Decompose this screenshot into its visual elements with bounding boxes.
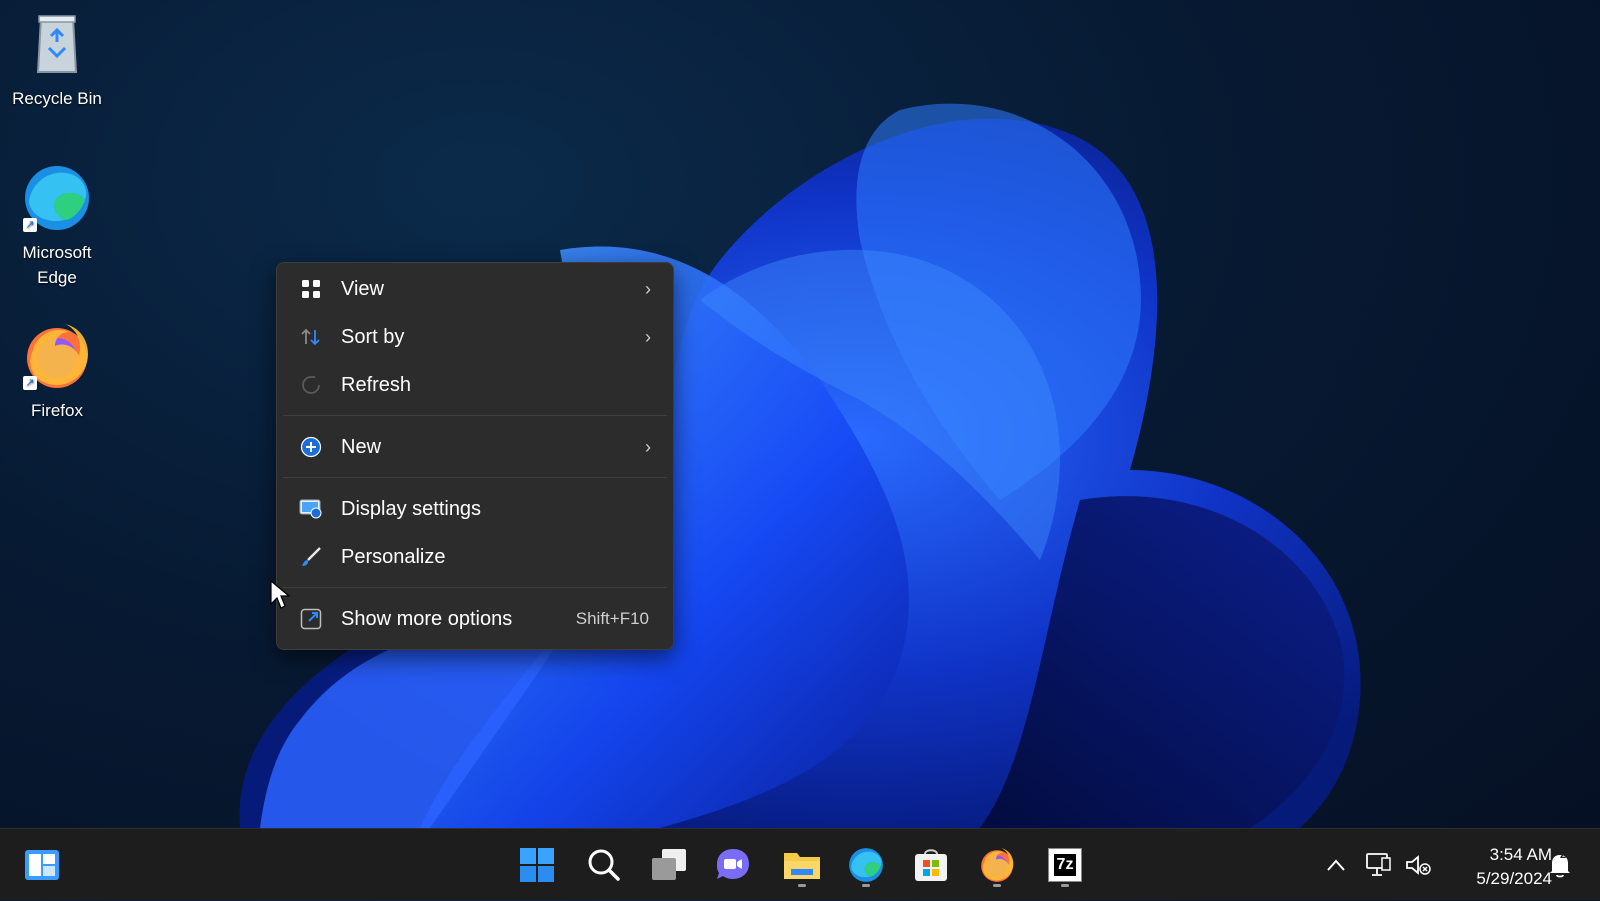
menu-item-display-settings[interactable]: Display settings xyxy=(283,488,667,530)
desktop[interactable]: Recycle Bin ↗ Microsoft Edge ↗ Firefox xyxy=(0,0,1600,828)
widgets-icon xyxy=(25,850,59,880)
shortcut-arrow-icon: ↗ xyxy=(23,218,37,232)
widgets-button[interactable] xyxy=(18,841,66,889)
notifications-button[interactable]: 2 xyxy=(1544,829,1576,901)
7zip-button[interactable]: 7z xyxy=(1041,841,1089,889)
chevron-right-icon: › xyxy=(645,278,651,299)
display-settings-icon xyxy=(299,497,323,521)
menu-item-view[interactable]: View › xyxy=(283,268,667,310)
desktop-context-menu: View › Sort by › Refresh New › Display s… xyxy=(276,262,674,650)
edge-icon: ↗ xyxy=(21,162,93,234)
search-icon xyxy=(588,849,620,881)
edge-taskbar-button[interactable] xyxy=(842,841,890,889)
volume-button[interactable] xyxy=(1402,829,1434,901)
plus-circle-icon xyxy=(299,435,323,459)
7zip-label: 7z xyxy=(1053,854,1077,876)
task-view-button[interactable] xyxy=(645,841,693,889)
menu-separator xyxy=(283,587,667,588)
desktop-icon-label: Microsoft Edge xyxy=(22,243,92,287)
menu-separator xyxy=(283,477,667,478)
running-indicator xyxy=(862,884,870,887)
show-more-icon xyxy=(299,607,323,631)
firefox-icon xyxy=(981,848,1014,882)
taskbar: 7z 3:54 AM 5/29/2024 2 xyxy=(0,828,1600,900)
file-explorer-button[interactable] xyxy=(778,841,826,889)
recycle-bin-shortcut[interactable]: Recycle Bin xyxy=(5,8,109,111)
teams-chat-button[interactable] xyxy=(709,841,757,889)
firefox-shortcut[interactable]: ↗ Firefox xyxy=(5,320,109,423)
file-explorer-icon xyxy=(784,853,820,879)
menu-item-label: New xyxy=(341,435,382,458)
menu-item-label: Refresh xyxy=(341,373,412,396)
menu-item-label: Personalize xyxy=(341,545,446,568)
volume-muted-icon xyxy=(1406,855,1431,875)
desktop-icon-label: Recycle Bin xyxy=(12,89,102,108)
menu-item-label: Sort by xyxy=(341,325,405,348)
running-indicator xyxy=(993,884,1001,887)
network-icon xyxy=(1366,853,1391,876)
firefox-taskbar-button[interactable] xyxy=(973,841,1021,889)
firefox-icon: ↗ xyxy=(21,320,93,392)
running-indicator xyxy=(1061,884,1069,887)
store-icon xyxy=(915,849,947,881)
menu-item-sort-by[interactable]: Sort by › xyxy=(283,316,667,358)
menu-item-refresh[interactable]: Refresh xyxy=(283,364,667,406)
brush-icon xyxy=(299,545,323,569)
menu-item-show-more-options[interactable]: Show more options Shift+F10 xyxy=(283,598,667,640)
wallpaper-bloom xyxy=(239,103,1361,828)
chevron-right-icon: › xyxy=(645,326,651,347)
sort-icon xyxy=(299,325,323,349)
menu-item-label: Show more options xyxy=(341,607,513,630)
show-hidden-icons-button[interactable] xyxy=(1322,829,1350,901)
recycle-bin-icon xyxy=(21,8,93,80)
chevron-up-icon xyxy=(1327,859,1345,871)
menu-item-personalize[interactable]: Personalize xyxy=(283,536,667,578)
refresh-icon xyxy=(299,373,323,397)
menu-item-label: Display settings xyxy=(341,497,482,520)
clock-date: 5/29/2024 xyxy=(1476,869,1552,888)
7zip-icon: 7z xyxy=(1048,848,1082,882)
task-view-icon xyxy=(652,849,686,880)
menu-item-label: View xyxy=(341,277,384,300)
mouse-cursor-icon xyxy=(270,580,290,609)
desktop-icon-label: Firefox xyxy=(31,401,83,420)
clock-time: 3:54 AM xyxy=(1489,845,1552,864)
running-indicator xyxy=(798,884,806,887)
search-button[interactable] xyxy=(580,841,628,889)
start-icon xyxy=(520,848,554,882)
network-button[interactable] xyxy=(1362,829,1394,901)
microsoft-edge-shortcut[interactable]: ↗ Microsoft Edge xyxy=(5,162,109,290)
microsoft-store-button[interactable] xyxy=(907,841,955,889)
grid-icon xyxy=(299,277,323,301)
edge-icon xyxy=(849,848,883,882)
teams-chat-icon xyxy=(717,849,749,879)
menu-item-new[interactable]: New › xyxy=(283,426,667,468)
clock[interactable]: 3:54 AM 5/29/2024 xyxy=(1452,843,1552,891)
shortcut-arrow-icon: ↗ xyxy=(23,376,37,390)
start-button[interactable] xyxy=(513,841,561,889)
chevron-right-icon: › xyxy=(645,436,651,457)
keyboard-shortcut: Shift+F10 xyxy=(575,609,649,628)
menu-separator xyxy=(283,415,667,416)
notification-count: 2 xyxy=(1560,849,1567,861)
